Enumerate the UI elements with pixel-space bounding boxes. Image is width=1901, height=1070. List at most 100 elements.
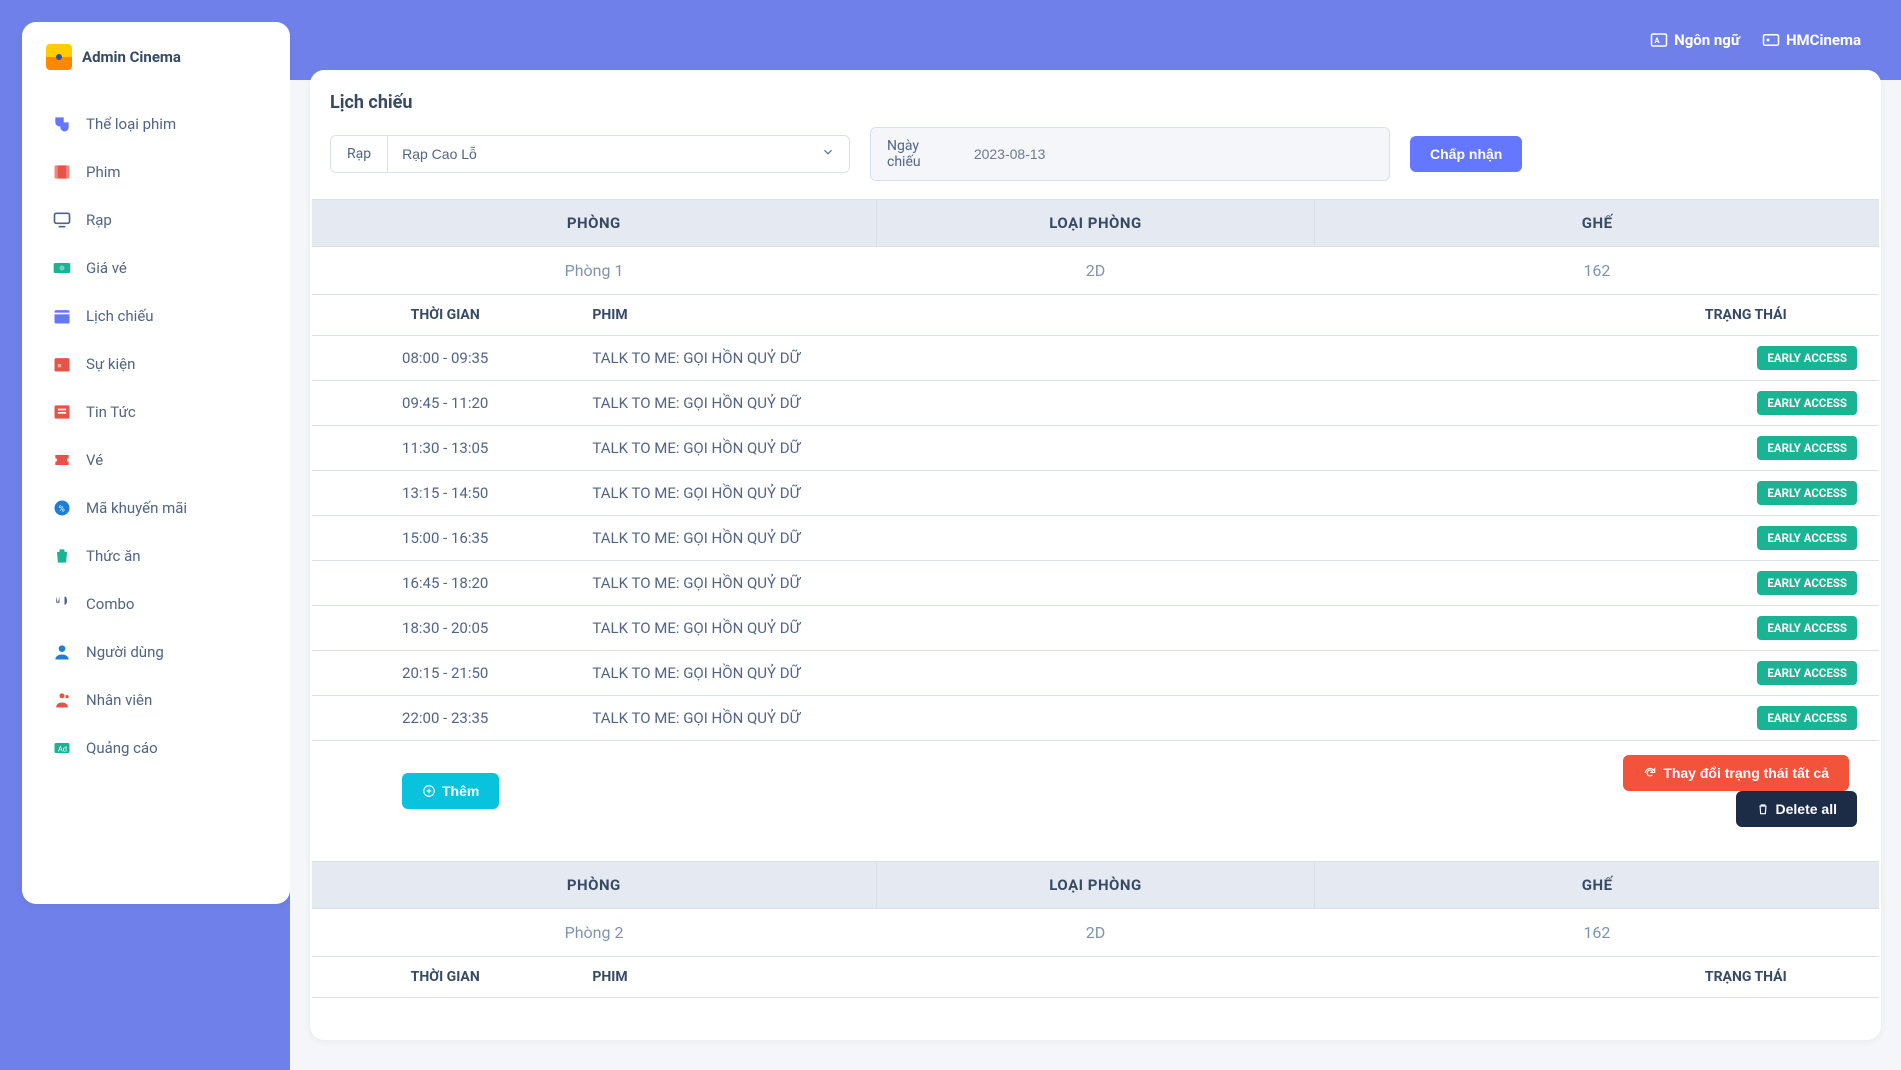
- monitor-icon: [52, 210, 72, 230]
- schedule-row: 20:15 - 21:50TALK TO ME: GỌI HỒN QUỶ DỮE…: [312, 651, 1879, 696]
- staff-icon: [52, 690, 72, 710]
- movie-header: PHIM: [578, 295, 1612, 336]
- svg-text:A: A: [1655, 36, 1661, 45]
- trash-icon: [52, 546, 72, 566]
- room-type: 2D: [876, 909, 1315, 957]
- plus-circle-icon: [422, 784, 436, 798]
- sidebar-item-ticket[interactable]: Vé: [34, 436, 278, 484]
- sidebar-item-label: Sự kiện: [86, 355, 135, 373]
- sidebar-item-trash[interactable]: Thức ăn: [34, 532, 278, 580]
- delete-all-button[interactable]: Delete all: [1736, 791, 1857, 827]
- sidebar-item-utensils[interactable]: Combo: [34, 580, 278, 628]
- status-badge[interactable]: EARLY ACCESS: [1757, 616, 1857, 640]
- status-badge[interactable]: EARLY ACCESS: [1757, 526, 1857, 550]
- schedule-movie: TALK TO ME: GỌI HỒN QUỶ DỮ: [578, 651, 1612, 696]
- schedule-row: 18:30 - 20:05TALK TO ME: GỌI HỒN QUỶ DỮ E…: [312, 606, 1879, 651]
- language-switcher[interactable]: A Ngôn ngữ: [1650, 31, 1740, 49]
- theater-label: Rạp: [331, 136, 388, 172]
- account-menu[interactable]: HMCinema: [1762, 31, 1861, 49]
- schedule-row: 13:15 - 14:50TALK TO ME: GỌI HỒN QUỶ DỮ E…: [312, 471, 1879, 516]
- sidebar-item-calendar-event[interactable]: Sự kiện: [34, 340, 278, 388]
- room-name: Phòng 1: [312, 247, 876, 295]
- status-badge[interactable]: EARLY ACCESS: [1757, 661, 1857, 685]
- sidebar-item-masks[interactable]: Thể loại phim: [34, 100, 278, 148]
- coupon-icon: [52, 498, 72, 518]
- schedule-row: 11:30 - 13:05TALK TO ME: GỌI HỒN QUỶ DỮE…: [312, 426, 1879, 471]
- date-input-group: Ngày chiếu: [870, 127, 1390, 181]
- sidebar-item-coupon[interactable]: Mã khuyến mãi: [34, 484, 278, 532]
- schedule-movie: TALK TO ME: GỌI HỒN QUỶ DỮ: [578, 516, 1612, 561]
- room-name: Phòng 2: [312, 909, 876, 957]
- sidebar-item-calendar[interactable]: Lịch chiếu: [34, 292, 278, 340]
- status-badge[interactable]: EARLY ACCESS: [1757, 481, 1857, 505]
- schedule-row: 22:00 - 23:35TALK TO ME: GỌI HỒN QUỶ DỮE…: [312, 696, 1879, 741]
- sidebar-item-film[interactable]: Phim: [34, 148, 278, 196]
- time-header: THỜI GIAN: [312, 295, 578, 336]
- masks-icon: [52, 114, 72, 134]
- calendar-icon: [52, 306, 72, 326]
- room-block: PHÒNGLOẠI PHÒNGGHẾPhòng 12D162THỜI GIANP…: [312, 199, 1879, 841]
- schedule-time: 13:15 - 14:50: [312, 471, 578, 516]
- sidebar-item-news[interactable]: Tin Tức: [34, 388, 278, 436]
- schedule-row: 15:00 - 16:35TALK TO ME: GỌI HỒN QUỶ DỮE…: [312, 516, 1879, 561]
- theater-select[interactable]: [388, 136, 849, 172]
- sidebar-item-label: Rạp: [86, 211, 112, 229]
- brand-title: Admin Cinema: [82, 48, 181, 66]
- status-cell: EARLY ACCESS: [1613, 516, 1879, 561]
- status-cell: EARLY ACCESS: [1613, 426, 1879, 471]
- filter-row: Rạp Ngày chiếu: [330, 127, 1861, 181]
- page-title: Lịch chiếu: [330, 92, 1861, 113]
- user-icon: [52, 642, 72, 662]
- room-seats: 162: [1315, 247, 1879, 295]
- status-cell: EARLY ACCESS: [1613, 606, 1879, 651]
- brand-logo-icon: [46, 44, 72, 70]
- topbar: A Ngôn ngữ HMCinema: [290, 0, 1901, 80]
- schedule-time: 11:30 - 13:05: [312, 426, 578, 471]
- utensils-icon: [52, 594, 72, 614]
- status-cell: EARLY ACCESS: [1613, 651, 1879, 696]
- change-all-status-button[interactable]: Thay đổi trạng thái tất cả: [1623, 755, 1849, 791]
- type-header: LOẠI PHÒNG: [876, 862, 1315, 909]
- sidebar-item-ad[interactable]: Quảng cáo: [34, 724, 278, 772]
- money-icon: [52, 258, 72, 278]
- content-card: Lịch chiếu Rạp Ngày: [310, 70, 1881, 1040]
- calendar-event-icon: [52, 354, 72, 374]
- accept-button[interactable]: Chấp nhận: [1410, 136, 1522, 172]
- status-cell: EARLY ACCESS: [1613, 561, 1879, 606]
- status-badge[interactable]: EARLY ACCESS: [1757, 391, 1857, 415]
- status-badge[interactable]: EARLY ACCESS: [1757, 436, 1857, 460]
- schedule-time: 08:00 - 09:35: [312, 336, 578, 381]
- schedule-movie: TALK TO ME: GỌI HỒN QUỶ DỮ: [578, 471, 1612, 516]
- status-badge[interactable]: EARLY ACCESS: [1757, 706, 1857, 730]
- schedule-movie: TALK TO ME: GỌI HỒN QUỶ DỮ: [578, 696, 1612, 741]
- status-cell: EARLY ACCESS: [1613, 696, 1879, 741]
- status-badge[interactable]: EARLY ACCESS: [1757, 346, 1857, 370]
- status-badge[interactable]: EARLY ACCESS: [1757, 571, 1857, 595]
- sidebar-item-label: Thể loại phim: [86, 115, 176, 133]
- date-input[interactable]: [960, 128, 1389, 180]
- sidebar-item-label: Phim: [86, 163, 121, 181]
- id-card-icon: [1762, 31, 1780, 49]
- schedule-time: 09:45 - 11:20: [312, 381, 578, 426]
- sidebar-item-user[interactable]: Người dùng: [34, 628, 278, 676]
- room-header: PHÒNG: [312, 200, 876, 247]
- trash-icon: [1756, 802, 1770, 816]
- sidebar-item-label: Mã khuyến mãi: [86, 499, 187, 517]
- sidebar-item-staff[interactable]: Nhân viên: [34, 676, 278, 724]
- sidebar-item-label: Tin Tức: [86, 403, 136, 421]
- add-button[interactable]: Thêm: [402, 773, 499, 809]
- sidebar-item-label: Vé: [86, 451, 103, 469]
- sidebar-item-label: Lịch chiếu: [86, 307, 154, 325]
- sidebar-item-money[interactable]: Giá vé: [34, 244, 278, 292]
- status-cell: EARLY ACCESS: [1613, 471, 1879, 516]
- schedule-row: 09:45 - 11:20TALK TO ME: GỌI HỒN QUỶ DỮE…: [312, 381, 1879, 426]
- refresh-icon: [1643, 766, 1657, 780]
- room-type: 2D: [876, 247, 1315, 295]
- theater-select-group: Rạp: [330, 135, 850, 173]
- sidebar-item-monitor[interactable]: Rạp: [34, 196, 278, 244]
- status-header: TRẠNG THÁI: [1613, 957, 1879, 998]
- schedule-time: 18:30 - 20:05: [312, 606, 578, 651]
- schedule-movie: TALK TO ME: GỌI HỒN QUỶ DỮ: [578, 606, 1612, 651]
- room-header: PHÒNG: [312, 862, 876, 909]
- date-label: Ngày chiếu: [871, 128, 960, 180]
